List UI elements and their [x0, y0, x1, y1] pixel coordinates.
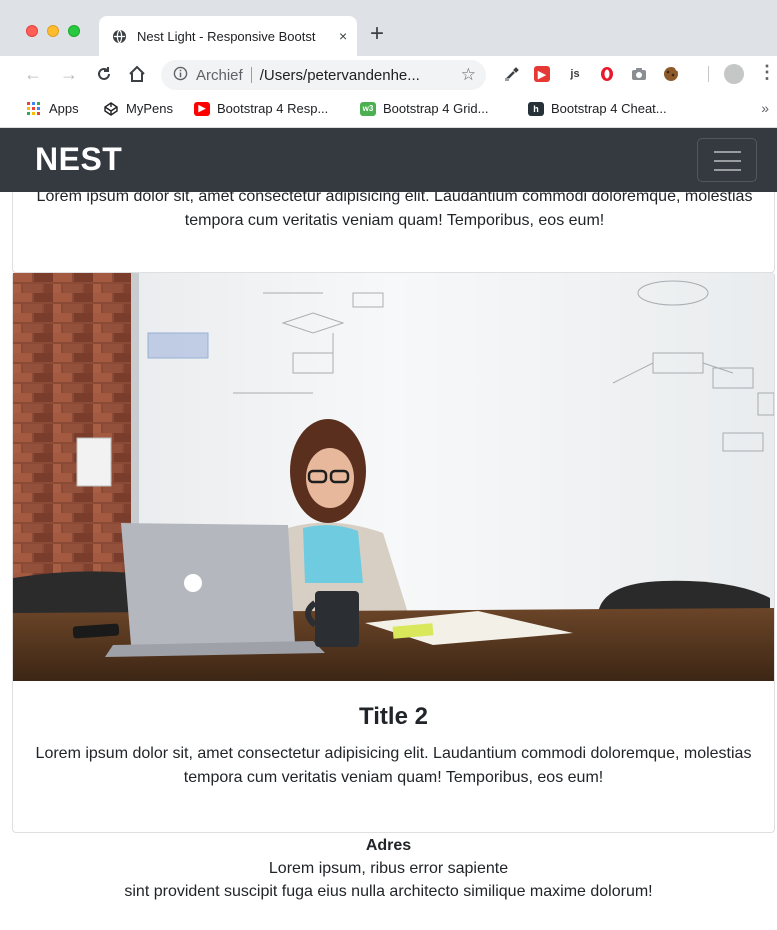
apps-grid-icon	[26, 101, 42, 116]
camera-icon[interactable]	[630, 65, 648, 83]
bookmark-bootstrap-resp[interactable]: ▶ Bootstrap 4 Resp...	[194, 101, 328, 116]
codepen-icon	[103, 101, 119, 116]
footer-heading: Adres	[365, 837, 412, 854]
bookmark-label: Apps	[49, 101, 79, 116]
bookmark-bootstrap-cheat[interactable]: h Bootstrap 4 Cheat...	[528, 101, 667, 116]
bookmark-apps[interactable]: Apps	[26, 101, 79, 116]
maximize-window-button[interactable]	[68, 25, 80, 37]
cookie-icon[interactable]	[662, 65, 680, 83]
card-2: Title 2 Lorem ipsum dolor sit, amet cons…	[12, 272, 775, 833]
profile-avatar[interactable]	[724, 64, 744, 84]
bookmark-star-icon[interactable]: ☆	[461, 65, 476, 85]
omnibox-label: Archief	[196, 66, 243, 84]
browser-toolbar: ← → Archief /Users/petervandenhe... ☆ ▶ …	[0, 56, 777, 92]
bookmark-bootstrap-grid[interactable]: w3 Bootstrap 4 Grid...	[360, 101, 489, 116]
info-icon[interactable]	[173, 66, 188, 84]
back-arrow-icon[interactable]: ←	[24, 62, 42, 86]
bookmark-mypens[interactable]: MyPens	[103, 101, 173, 116]
bookmarks-overflow-icon[interactable]: »	[761, 100, 769, 116]
h-icon: h	[528, 101, 544, 116]
footer-line-1: Lorem ipsum, ribus error sapiente	[268, 860, 509, 877]
js-icon[interactable]: js	[566, 65, 584, 83]
hamburger-icon	[714, 151, 741, 153]
home-icon[interactable]	[128, 62, 146, 89]
site-brand[interactable]: NEST	[35, 141, 122, 178]
site-navbar: NEST	[0, 128, 777, 192]
card-1-text: Lorem ipsum dolor sit, amet consectetur …	[36, 188, 753, 229]
omnibox-divider	[250, 67, 252, 83]
address-bar[interactable]: Archief /Users/petervandenhe... ☆	[161, 60, 486, 90]
url-text[interactable]: /Users/petervandenhe...	[260, 67, 420, 84]
card-2-title: Title 2	[359, 703, 428, 730]
footer-line-2: sint provident suscipit fuga eius nulla …	[124, 883, 653, 900]
eyedropper-icon[interactable]	[503, 65, 521, 83]
globe-icon	[111, 28, 127, 44]
page-content: Lorem ipsum dolor sit, amet consectetur …	[0, 128, 777, 930]
bookmark-label: Bootstrap 4 Resp...	[217, 101, 329, 116]
reload-icon[interactable]	[96, 62, 112, 88]
browser-tab-strip: Nest Light - Responsive Bootst × +	[0, 0, 777, 56]
tab-title: Nest Light - Responsive Bootst	[137, 28, 316, 44]
close-window-button[interactable]	[26, 25, 38, 37]
bookmarks-bar: Apps MyPens ▶ Bootstrap 4 Resp... w3 Boo…	[0, 92, 777, 128]
navbar-toggler-button[interactable]	[697, 138, 757, 182]
w3-icon: w3	[360, 101, 376, 116]
opera-icon[interactable]	[598, 65, 616, 83]
bookmark-label: Bootstrap 4 Cheat...	[551, 101, 667, 116]
card-image-woman-laptop	[13, 273, 774, 681]
screencast-icon[interactable]: ▶	[534, 66, 550, 82]
more-menu-icon[interactable]: ⋮	[758, 62, 776, 83]
toolbar-divider	[708, 66, 709, 82]
new-tab-button[interactable]: +	[370, 20, 384, 48]
card-2-text: Lorem ipsum dolor sit, amet consectetur …	[35, 745, 752, 786]
browser-tab-active[interactable]: Nest Light - Responsive Bootst ×	[99, 16, 357, 56]
forward-arrow-icon[interactable]: →	[60, 62, 78, 86]
tab-close-icon[interactable]: ×	[339, 28, 347, 44]
bookmark-label: MyPens	[126, 101, 173, 116]
bookmark-label: Bootstrap 4 Grid...	[383, 101, 489, 116]
minimize-window-button[interactable]	[47, 25, 59, 37]
footer-address: Adres Lorem ipsum, ribus error sapiente …	[0, 834, 777, 903]
youtube-icon: ▶	[194, 101, 210, 116]
